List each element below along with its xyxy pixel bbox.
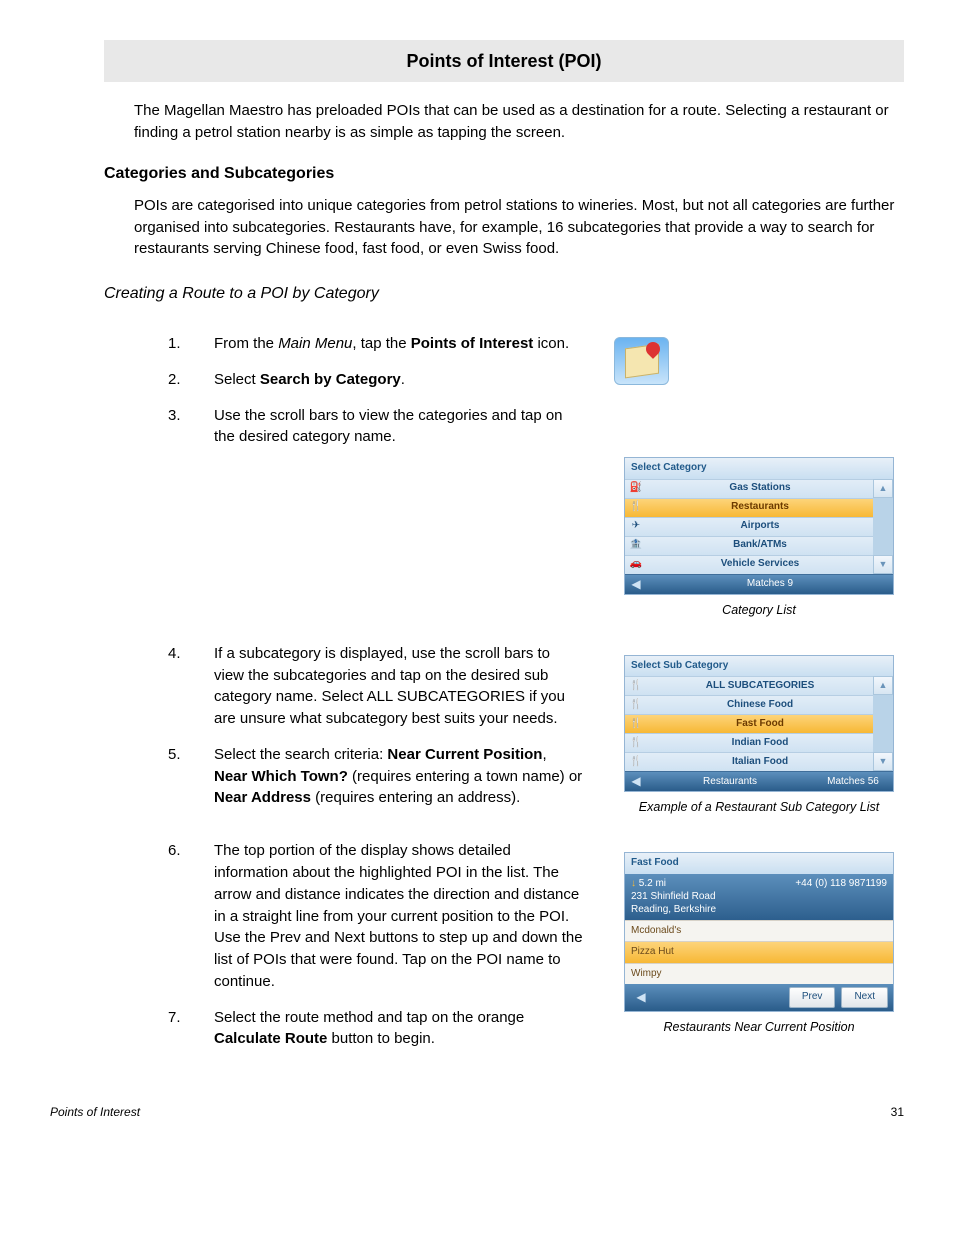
- poi-address-1: 231 Shinfield Road: [631, 890, 716, 903]
- list-item[interactable]: 🍴Restaurants: [625, 498, 873, 517]
- category-icon: 🍴: [625, 679, 647, 694]
- list-item[interactable]: ✈Airports: [625, 517, 873, 536]
- list-item[interactable]: 🏦Bank/ATMs: [625, 536, 873, 555]
- list-item[interactable]: ⛽Gas Stations: [625, 479, 873, 498]
- step-6: The top portion of the display shows det…: [168, 840, 584, 992]
- step-2: Select Search by Category.: [168, 369, 584, 391]
- category-icon: 🍴: [625, 755, 647, 770]
- scrollbar[interactable]: ▲ ▼: [873, 676, 893, 771]
- category-icon: 🍴: [625, 698, 647, 713]
- section-heading: Categories and Subcategories: [104, 162, 904, 185]
- step-7: Select the route method and tap on the o…: [168, 1007, 584, 1051]
- list-item[interactable]: Wimpy: [625, 963, 893, 985]
- footer-section-name: Points of Interest: [50, 1104, 140, 1121]
- scroll-up-icon[interactable]: ▲: [873, 479, 893, 498]
- page-number: 31: [891, 1104, 904, 1121]
- category-icon: ⛽: [625, 481, 647, 496]
- step-4: If a subcategory is displayed, use the s…: [168, 643, 584, 730]
- poi-address-2: Reading, Berkshire: [631, 903, 716, 916]
- step-5: Select the search criteria: Near Current…: [168, 744, 584, 809]
- category-icon: 🍴: [625, 717, 647, 732]
- back-icon[interactable]: ◀: [625, 773, 647, 790]
- scroll-down-icon[interactable]: ▼: [873, 555, 893, 574]
- poi-results-screen: Fast Food ↓ 5.2 mi 231 Shinfield Road Re…: [624, 852, 894, 1012]
- list-item[interactable]: 🍴Chinese Food: [625, 695, 873, 714]
- poi-detail-panel: ↓ 5.2 mi 231 Shinfield Road Reading, Ber…: [625, 874, 893, 920]
- screen2-header: Select Sub Category: [625, 656, 893, 677]
- screen1-header: Select Category: [625, 458, 893, 479]
- poi-phone: +44 (0) 118 9871199: [795, 877, 887, 916]
- screen3-caption: Restaurants Near Current Position: [614, 1018, 904, 1036]
- back-icon[interactable]: ◀: [630, 989, 652, 1006]
- category-icon: ✈: [625, 519, 647, 534]
- category-list-screen: Select Category ⛽Gas Stations🍴Restaurant…: [624, 457, 894, 595]
- list-item[interactable]: Mcdonald's: [625, 920, 893, 942]
- screen2-caption: Example of a Restaurant Sub Category Lis…: [614, 798, 904, 816]
- next-button[interactable]: Next: [841, 987, 888, 1008]
- subcategory-list-screen: Select Sub Category 🍴ALL SUBCATEGORIES🍴C…: [624, 655, 894, 793]
- list-item[interactable]: 🍴Italian Food: [625, 752, 873, 771]
- list-item[interactable]: 🍴Indian Food: [625, 733, 873, 752]
- scrollbar[interactable]: ▲ ▼: [873, 479, 893, 574]
- list-item[interactable]: Pizza Hut: [625, 941, 893, 963]
- screen3-header: Fast Food: [625, 853, 893, 874]
- category-icon: 🚗: [625, 557, 647, 572]
- poi-map-icon: [614, 337, 669, 385]
- list-item[interactable]: 🍴ALL SUBCATEGORIES: [625, 676, 873, 695]
- scroll-down-icon[interactable]: ▼: [873, 752, 893, 771]
- direction-arrow-icon: ↓: [631, 878, 636, 889]
- list-item[interactable]: 🚗Vehicle Services: [625, 555, 873, 574]
- section-text: POIs are categorised into unique categor…: [134, 195, 904, 260]
- category-icon: 🍴: [625, 500, 647, 515]
- category-icon: 🏦: [625, 538, 647, 553]
- screen1-caption: Category List: [614, 601, 904, 619]
- screen2-footer-left: Restaurants: [647, 775, 813, 790]
- poi-distance: 5.2 mi: [639, 878, 666, 889]
- prev-button[interactable]: Prev: [789, 987, 836, 1008]
- step-1: From the Main Menu, tap the Points of In…: [168, 333, 584, 355]
- screen1-footer: Matches 9: [647, 577, 893, 592]
- intro-text: The Magellan Maestro has preloaded POIs …: [134, 100, 904, 144]
- scroll-up-icon[interactable]: ▲: [873, 676, 893, 695]
- subsection-heading: Creating a Route to a POI by Category: [104, 282, 904, 305]
- screen2-footer-right: Matches 56: [813, 775, 893, 790]
- page-title: Points of Interest (POI): [104, 40, 904, 82]
- back-icon[interactable]: ◀: [625, 576, 647, 593]
- list-item[interactable]: 🍴Fast Food: [625, 714, 873, 733]
- step-3: Use the scroll bars to view the categori…: [168, 405, 584, 449]
- category-icon: 🍴: [625, 736, 647, 751]
